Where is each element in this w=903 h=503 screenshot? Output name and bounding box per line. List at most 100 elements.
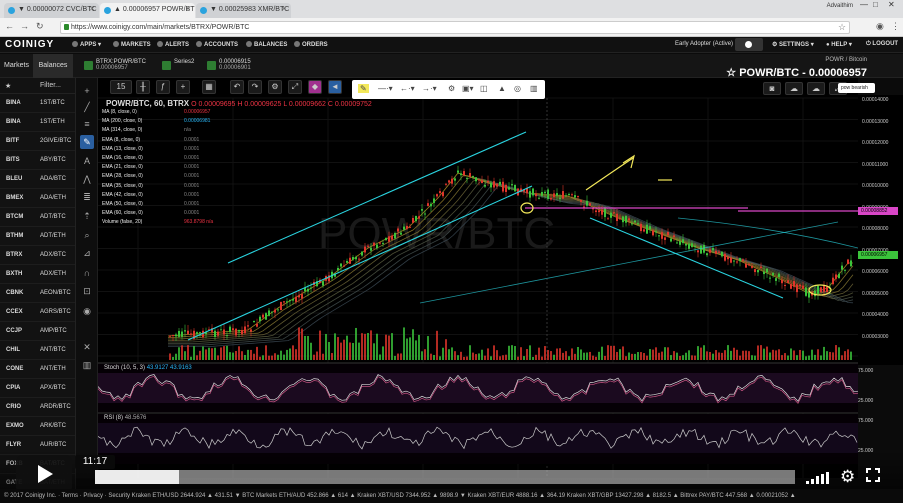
sidebar-market-row[interactable]: CCEX AGRS/BTC xyxy=(0,303,75,322)
sidebar-market-row[interactable]: BTRX ADX/BTC xyxy=(0,246,75,265)
menu-help[interactable]: ● HELP ▾ xyxy=(826,41,852,48)
drawing-settings-icon[interactable]: ⚙ xyxy=(448,84,455,93)
undo-icon[interactable]: ↶ xyxy=(230,80,244,94)
browser-tab[interactable]: ▼ 0.00025983 XMR/BTC ✕ xyxy=(196,3,291,18)
bookmark-star-icon[interactable]: ☆ xyxy=(838,22,846,33)
sidebar-market-row[interactable]: BTHM ADT/ETH xyxy=(0,227,75,246)
measure-tool-icon[interactable]: ⊿ xyxy=(80,246,94,260)
cloud-load-icon[interactable]: ☁ xyxy=(807,82,825,95)
menu-balances[interactable]: BALANCES xyxy=(246,41,287,48)
minimize-icon[interactable]: — xyxy=(860,0,868,9)
trendline-tool-icon[interactable]: ╱ xyxy=(80,100,94,114)
theme-toggle-button[interactable] xyxy=(735,38,763,51)
trash-icon[interactable]: ▥ xyxy=(80,358,94,372)
sidebar-market-row[interactable]: BMEX ADA/ETH xyxy=(0,189,75,208)
zoom-tool-icon[interactable]: ⌕ xyxy=(80,228,94,242)
sidebar-market-row[interactable]: CCJP AMP/BTC xyxy=(0,322,75,341)
indicator-row[interactable]: EMA (16, close, 0) 0.0001 xyxy=(102,155,199,164)
snapshot-icon[interactable]: ◙ xyxy=(763,82,781,95)
menu-accounts[interactable]: ACCOUNTS xyxy=(196,41,238,48)
browser-tab[interactable]: ▼ 0.00000072 CVC/BTC ✕ xyxy=(4,3,99,18)
coinigy-logo[interactable]: COINIGY xyxy=(5,39,54,50)
line-style-icon[interactable]: ←·▾ xyxy=(400,84,415,93)
fullscreen-chart-icon[interactable]: ⤢ xyxy=(288,80,302,94)
volume-icon[interactable] xyxy=(806,472,830,484)
cloud-save-icon[interactable]: ☁ xyxy=(785,82,803,95)
fullscreen-icon[interactable] xyxy=(866,468,880,482)
copy-icon[interactable]: ▣▾ xyxy=(462,84,474,93)
close-tab-icon[interactable]: ✕ xyxy=(185,5,191,13)
magnet-tool-icon[interactable]: ∩ xyxy=(80,266,94,280)
sidebar-market-row[interactable]: BLEU ADA/BTC xyxy=(0,170,75,189)
indicator-row[interactable]: Volume (false, 20) 963.8798 n/a xyxy=(102,219,213,228)
menu-settings[interactable]: ⚙ SETTINGS ▾ xyxy=(772,41,814,48)
menu-logout[interactable]: ⏻ LOGOUT xyxy=(866,41,898,48)
close-window-icon[interactable]: ✕ xyxy=(888,0,895,9)
redo-icon[interactable]: ↷ xyxy=(248,80,262,94)
fibonacci-tool-icon[interactable]: ≣ xyxy=(80,190,94,204)
sidebar-market-row[interactable]: CPIA APX/BTC xyxy=(0,379,75,398)
sidebar-market-row[interactable]: BXTH ADX/ETH xyxy=(0,265,75,284)
arrow-tool-icon[interactable]: ⇡ xyxy=(80,209,94,223)
play-button[interactable] xyxy=(16,455,72,493)
sidebar-market-row[interactable]: BINA 1ST/ETH xyxy=(0,113,75,132)
indicator-row[interactable]: EMA (35, close, 0) 0.0001 xyxy=(102,183,199,192)
market-tab-third[interactable]: 0.00006915 0.00006901 xyxy=(205,56,265,76)
indicator-row[interactable]: EMA (21, close, 0) 0.0001 xyxy=(102,164,199,173)
sidebar-market-row[interactable]: EXMO ARK/BTC xyxy=(0,417,75,436)
lock-icon[interactable]: ▲ xyxy=(498,84,506,93)
sidebar-market-row[interactable]: BINA 1ST/BTC xyxy=(0,94,75,113)
market-tab-powr-btc[interactable]: BTRX:POWR/BTC 0.00006957 xyxy=(82,56,162,76)
forward-icon[interactable]: → xyxy=(20,21,29,31)
indicators-icon[interactable]: ƒ xyxy=(156,80,170,94)
delete-drawing-icon[interactable]: ▥ xyxy=(530,84,538,93)
sidebar-market-row[interactable]: CONE ANT/ETH xyxy=(0,360,75,379)
visibility-icon[interactable]: ◎ xyxy=(514,84,521,93)
favorites-star-icon[interactable]: ★ xyxy=(5,83,11,90)
browser-menu-icon[interactable]: ⋮ xyxy=(891,21,900,32)
cube-icon[interactable]: ◆ xyxy=(308,80,322,94)
filter-input[interactable]: Filter... xyxy=(40,82,61,89)
url-input[interactable]: https://www.coinigy.com/main/markets/BTR… xyxy=(60,21,850,34)
settings-gear-icon[interactable]: ⚙ xyxy=(840,467,855,487)
browser-profile-name[interactable]: Advaithim xyxy=(827,3,853,9)
brush-tool-icon[interactable]: ✎ xyxy=(80,135,94,149)
menu-orders[interactable]: ORDERS xyxy=(294,41,328,48)
indicator-row[interactable]: EMA (50, close, 0) 0.0001 xyxy=(102,201,199,210)
reload-icon[interactable]: ↻ xyxy=(36,21,44,32)
indicator-row[interactable]: EMA (8, close, 0) 0.0001 xyxy=(102,137,199,146)
price-chart[interactable]: POWR/BTC 15 ╫ ƒ + ▦ ↶ ↷ ⚙ ⤢ ◆ ◄ ✎ —·▾ ←·… xyxy=(98,78,858,478)
close-tab-icon[interactable]: ✕ xyxy=(89,5,95,13)
clone-icon[interactable]: ◫ xyxy=(480,84,488,93)
tab-balances[interactable]: Balances xyxy=(33,54,73,78)
interval-selector[interactable]: 15 xyxy=(110,80,132,94)
menu-markets[interactable]: MARKETS xyxy=(113,41,151,48)
text-tool-icon[interactable]: A xyxy=(80,154,94,168)
sidebar-market-row[interactable]: BITS ABY/BTC xyxy=(0,151,75,170)
browser-tab-active[interactable]: ▲ 0.00006957 POWR/BT ✕ xyxy=(100,3,195,18)
lock-tool-icon[interactable]: ⊡ xyxy=(80,284,94,298)
indicator-row[interactable]: EMA (60, close, 0) 0.0001 xyxy=(102,210,199,219)
sidebar-market-row[interactable]: CBNK AEON/BTC xyxy=(0,284,75,303)
sidebar-market-row[interactable]: CHIL ANT/BTC xyxy=(0,341,75,360)
templates-icon[interactable]: ▦ xyxy=(202,80,216,94)
alert-icon[interactable]: ◄ xyxy=(328,80,342,94)
line-end-icon[interactable]: →·▾ xyxy=(422,84,437,93)
sidebar-market-row[interactable]: CRIO ARDR/BTC xyxy=(0,398,75,417)
sidebar-market-row[interactable]: BTCM ADT/BTC xyxy=(0,208,75,227)
pattern-tool-icon[interactable]: ⋀ xyxy=(80,172,94,186)
chart-type-icon[interactable]: ╫ xyxy=(136,80,150,94)
line-color-icon[interactable]: —·▾ xyxy=(378,84,393,93)
menu-alerts[interactable]: ALERTS xyxy=(157,41,189,48)
pen-color-icon[interactable]: ✎ xyxy=(358,84,369,93)
indicator-row[interactable]: EMA (13, close, 0) 0.0001 xyxy=(102,146,199,155)
tab-markets[interactable]: Markets xyxy=(0,54,33,78)
crosshair-tool-icon[interactable]: + xyxy=(80,84,94,98)
settings-icon[interactable]: ⚙ xyxy=(268,80,282,94)
back-icon[interactable]: ← xyxy=(5,21,14,31)
sidebar-market-row[interactable]: BITF 2GIVE/BTC xyxy=(0,132,75,151)
remove-drawings-icon[interactable]: ✕ xyxy=(80,340,94,354)
indicator-row[interactable]: MA (200, close, 0) 0.00006981 xyxy=(102,118,210,127)
eye-tool-icon[interactable]: ◉ xyxy=(80,304,94,318)
indicator-row[interactable]: MA (314, close, 0) n/a xyxy=(102,127,191,136)
